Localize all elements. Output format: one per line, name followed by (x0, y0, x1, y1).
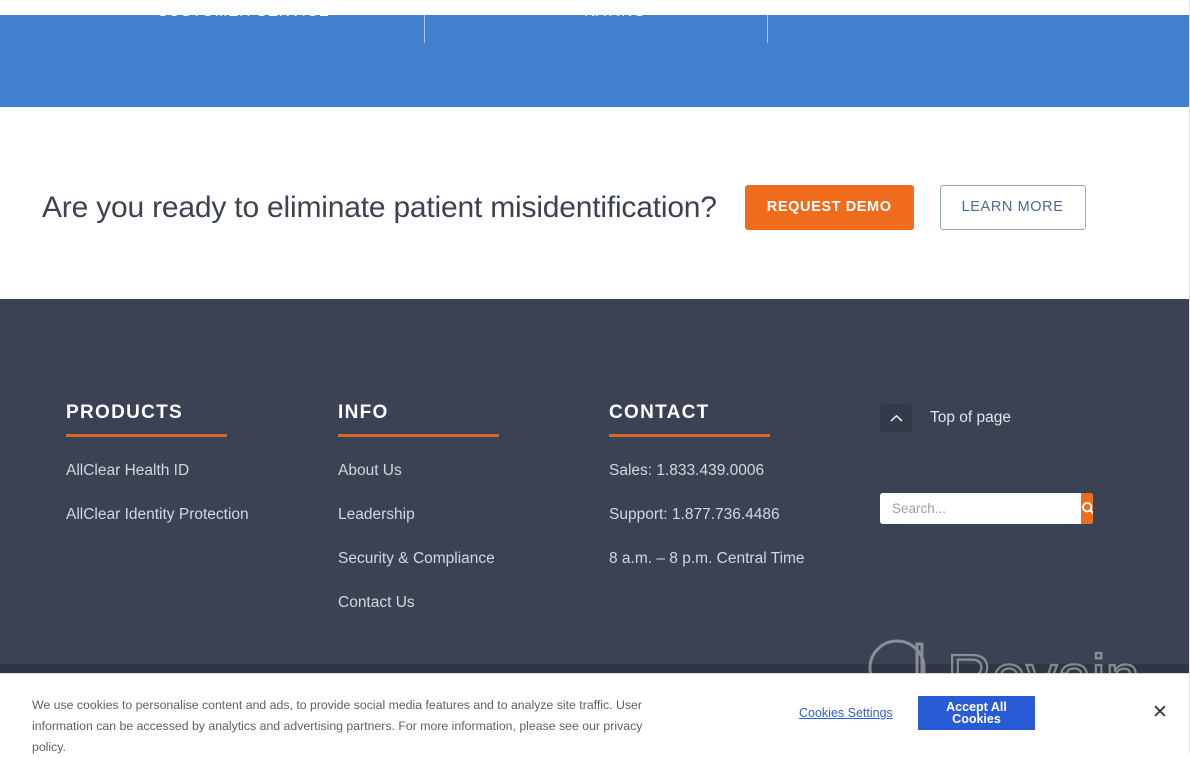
footer-column-info: INFO About Us Leadership Security & Comp… (338, 402, 499, 638)
stat-label-rating: RATING (584, 15, 646, 20)
footer-column-rule (609, 433, 770, 437)
top-of-page-button[interactable] (880, 404, 912, 432)
cta-section: Are you ready to eliminate patient misid… (0, 107, 1190, 299)
request-demo-button[interactable]: REQUEST DEMO (744, 185, 914, 230)
footer-column-title: CONTACT (609, 402, 710, 423)
stats-band: CUSTOMER SERVICE RATING (0, 15, 1190, 107)
stat-divider-1 (424, 15, 425, 43)
footer-column-rule (338, 433, 499, 437)
footer-link-leadership[interactable]: Leadership (338, 506, 499, 523)
search-button[interactable] (1081, 493, 1093, 524)
close-icon[interactable]: ✕ (1150, 703, 1170, 723)
stat-label-customer-service: CUSTOMER SERVICE (157, 15, 330, 20)
footer-link-about-us[interactable]: About Us (338, 462, 499, 479)
search-input[interactable] (880, 493, 1081, 524)
footer-column-title: INFO (338, 402, 389, 423)
stats-band-inner: CUSTOMER SERVICE RATING (0, 15, 1190, 107)
cta-heading: Are you ready to eliminate patient misid… (42, 190, 717, 224)
footer-column-title: PRODUCTS (66, 402, 184, 423)
footer: PRODUCTS AllClear Health ID AllClear Ide… (0, 299, 1190, 664)
top-of-page[interactable]: Top of page (880, 404, 1011, 432)
cta-row: Are you ready to eliminate patient misid… (42, 185, 1086, 230)
accept-all-cookies-button[interactable]: Accept All Cookies (918, 696, 1035, 730)
footer-column-contact: CONTACT Sales: 1.833.439.0006 Support: 1… (609, 402, 805, 594)
footer-contact-support: Support: 1.877.736.4486 (609, 505, 780, 523)
search-icon (1082, 502, 1093, 515)
footer-contact-hours: 8 a.m. – 8 p.m. Central Time (609, 549, 805, 567)
cookies-settings-link[interactable]: Cookies Settings (799, 706, 893, 720)
footer-link-security-compliance[interactable]: Security & Compliance (338, 550, 499, 567)
stat-divider-2 (767, 15, 768, 43)
cookie-message: We use cookies to personalise content an… (32, 698, 643, 755)
footer-link-allclear-identity-protection[interactable]: AllClear Identity Protection (66, 506, 249, 523)
footer-bottom-bar (0, 664, 1190, 673)
top-of-page-label: Top of page (930, 409, 1012, 426)
footer-column-products: PRODUCTS AllClear Health ID AllClear Ide… (66, 402, 249, 550)
chevron-up-icon (889, 414, 903, 422)
footer-search[interactable] (880, 493, 1093, 524)
learn-more-button[interactable]: LEARN MORE (939, 185, 1086, 230)
footer-contact-sales: Sales: 1.833.439.0006 (609, 461, 765, 479)
footer-link-allclear-health-id[interactable]: AllClear Health ID (66, 462, 249, 479)
footer-column-rule (66, 433, 227, 437)
footer-link-contact-us[interactable]: Contact Us (338, 594, 499, 611)
